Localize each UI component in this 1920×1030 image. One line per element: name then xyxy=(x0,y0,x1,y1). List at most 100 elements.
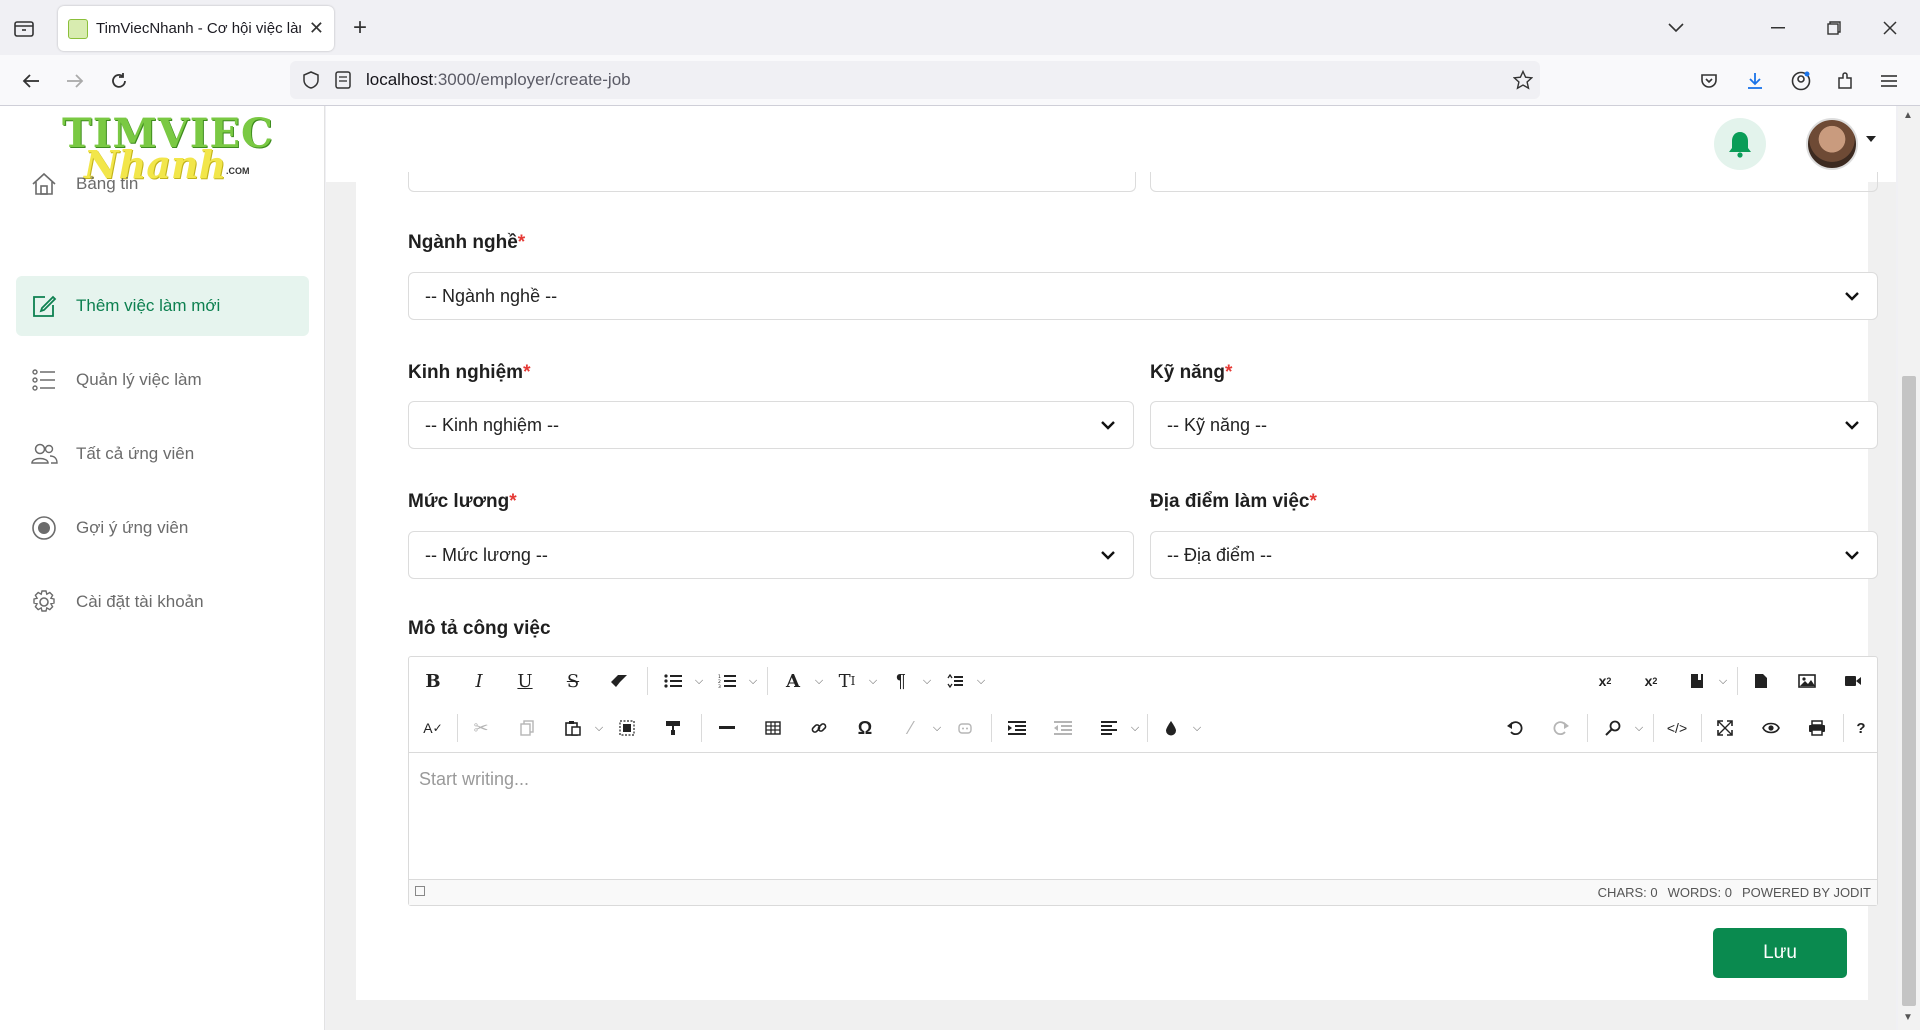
previous-field-left[interactable] xyxy=(408,172,1136,192)
chevron-down-icon[interactable] xyxy=(1866,136,1876,142)
browser-tab-bar: TimViecNhanh - Cơ hội việc làm ✕ + xyxy=(0,0,1920,55)
bold-icon[interactable]: B xyxy=(417,665,449,697)
eraser-icon[interactable] xyxy=(603,665,635,697)
shield-icon[interactable] xyxy=(300,69,322,91)
scroll-up-icon[interactable]: ▲ xyxy=(1903,110,1913,121)
bookmark-star-icon[interactable] xyxy=(1512,69,1534,91)
sidebar-item-account-settings[interactable]: Cài đặt tài khoản xyxy=(16,572,309,632)
salary-select[interactable]: -- Mức lương -- xyxy=(408,531,1134,579)
paste-icon[interactable] xyxy=(557,712,589,744)
underline-icon[interactable]: U xyxy=(509,665,541,697)
chevron-down-icon[interactable]: ⌵ xyxy=(919,665,935,697)
chevron-down-icon[interactable]: ⌵ xyxy=(929,712,945,744)
chevron-down-icon[interactable]: ⌵ xyxy=(811,665,827,697)
align-icon[interactable] xyxy=(1093,712,1125,744)
line-height-icon[interactable] xyxy=(939,665,971,697)
chevron-down-icon[interactable]: ⌵ xyxy=(1631,712,1647,744)
select-all-icon[interactable] xyxy=(611,712,643,744)
numbered-list-icon[interactable]: 123 xyxy=(711,665,743,697)
preview-eye-icon[interactable] xyxy=(1755,712,1787,744)
subscript-icon[interactable]: x2 xyxy=(1635,665,1667,697)
chevron-down-icon[interactable]: ⌵ xyxy=(1127,712,1143,744)
color-drop-icon[interactable] xyxy=(1155,712,1187,744)
close-window-icon[interactable] xyxy=(1876,14,1904,42)
industry-select[interactable]: -- Ngành nghề -- xyxy=(408,272,1878,320)
file-icon[interactable] xyxy=(1745,665,1777,697)
indent-icon[interactable] xyxy=(1001,712,1033,744)
home-icon xyxy=(30,170,58,198)
bullet-list-icon[interactable] xyxy=(657,665,689,697)
spellcheck-icon[interactable]: A ✓ xyxy=(417,712,449,744)
salary-select-value: -- Mức lương -- xyxy=(425,544,548,565)
print-icon[interactable] xyxy=(1801,712,1833,744)
font-size-icon[interactable]: TI xyxy=(831,665,863,697)
chevron-down-icon[interactable]: ⌵ xyxy=(745,665,761,697)
restore-icon[interactable] xyxy=(1820,14,1848,42)
resize-handle-icon[interactable] xyxy=(415,886,425,896)
skills-select[interactable]: -- Kỹ năng -- xyxy=(1150,401,1878,449)
format-painter-icon[interactable] xyxy=(657,712,689,744)
downloads-icon[interactable] xyxy=(1740,66,1770,96)
undo-icon[interactable] xyxy=(1499,712,1531,744)
fullscreen-icon[interactable] xyxy=(1709,712,1741,744)
page-info-icon[interactable] xyxy=(332,69,354,91)
paragraph-icon[interactable]: ¶ xyxy=(885,665,917,697)
copy-icon[interactable] xyxy=(511,712,543,744)
sidebar-item-all-candidates[interactable]: Tất cả ứng viên xyxy=(16,424,309,484)
sidebar-item-dashboard[interactable]: Bảng tin xyxy=(16,154,309,214)
link-icon[interactable] xyxy=(803,712,835,744)
pocket-icon[interactable] xyxy=(1694,66,1724,96)
reload-icon[interactable] xyxy=(104,66,134,96)
new-tab-icon[interactable]: + xyxy=(346,14,374,42)
menu-icon[interactable] xyxy=(1874,66,1904,96)
strikethrough-icon[interactable]: S xyxy=(557,665,589,697)
source-code-icon[interactable]: </> xyxy=(1661,712,1693,744)
search-icon[interactable] xyxy=(1597,712,1629,744)
powered-by[interactable]: POWERED BY JODIT xyxy=(1742,885,1871,900)
symbol-icon[interactable]: Ω xyxy=(849,712,881,744)
experience-select[interactable]: -- Kinh nghiệm -- xyxy=(408,401,1134,449)
chevron-down-icon[interactable]: ⌵ xyxy=(973,665,989,697)
forward-icon[interactable] xyxy=(60,66,90,96)
outdent-icon[interactable] xyxy=(1047,712,1079,744)
close-tab-icon[interactable]: ✕ xyxy=(309,18,324,39)
font-icon[interactable]: A xyxy=(777,665,809,697)
sidebar-item-create-job[interactable]: Thêm việc làm mới xyxy=(16,276,309,336)
sidebar-item-manage-jobs[interactable]: Quản lý việc làm xyxy=(16,350,309,410)
notification-button[interactable] xyxy=(1714,118,1766,170)
superscript-icon[interactable]: x2 xyxy=(1589,665,1621,697)
chevron-down-icon[interactable]: ⌵ xyxy=(591,712,607,744)
magic-wand-icon[interactable]: ⁄ xyxy=(895,712,927,744)
list-all-tabs-icon[interactable] xyxy=(1662,14,1690,42)
page-scrollbar[interactable]: ▲ ▼ xyxy=(1898,106,1920,1030)
back-icon[interactable] xyxy=(16,66,46,96)
extensions-icon[interactable] xyxy=(1830,66,1860,96)
help-icon[interactable]: ? xyxy=(1845,712,1877,744)
location-select[interactable]: -- Địa điểm -- xyxy=(1150,531,1878,579)
user-avatar[interactable] xyxy=(1806,118,1858,170)
chevron-down-icon[interactable]: ⌵ xyxy=(865,665,881,697)
tab-list-icon[interactable] xyxy=(10,14,38,42)
table-icon[interactable] xyxy=(757,712,789,744)
save-button[interactable]: Lưu xyxy=(1713,928,1847,978)
cut-icon[interactable]: ✂ xyxy=(465,712,497,744)
chevron-down-icon[interactable]: ⌵ xyxy=(1715,665,1731,697)
scroll-thumb[interactable] xyxy=(1902,376,1916,1006)
sidebar-item-suggested-candidates[interactable]: Gợi ý ứng viên xyxy=(16,498,309,558)
italic-icon[interactable]: I xyxy=(463,665,495,697)
address-bar[interactable]: localhost:3000/employer/create-job xyxy=(290,61,1540,99)
file-manager-icon[interactable] xyxy=(1681,665,1713,697)
horizontal-rule-icon[interactable] xyxy=(711,712,743,744)
image-icon[interactable] xyxy=(1791,665,1823,697)
chevron-down-icon[interactable]: ⌵ xyxy=(1189,712,1205,744)
minimize-icon[interactable] xyxy=(1764,14,1792,42)
account-icon[interactable] xyxy=(1786,66,1816,96)
chevron-down-icon[interactable]: ⌵ xyxy=(691,665,707,697)
redo-icon[interactable] xyxy=(1545,712,1577,744)
scroll-down-icon[interactable]: ▼ xyxy=(1903,1012,1913,1023)
previous-field-right[interactable] xyxy=(1150,172,1878,192)
browser-tab[interactable]: TimViecNhanh - Cơ hội việc làm ✕ xyxy=(58,6,334,51)
editor-text-area[interactable]: Start writing... xyxy=(409,752,1877,879)
video-icon[interactable] xyxy=(1837,665,1869,697)
ai-assistant-icon[interactable] xyxy=(949,712,981,744)
